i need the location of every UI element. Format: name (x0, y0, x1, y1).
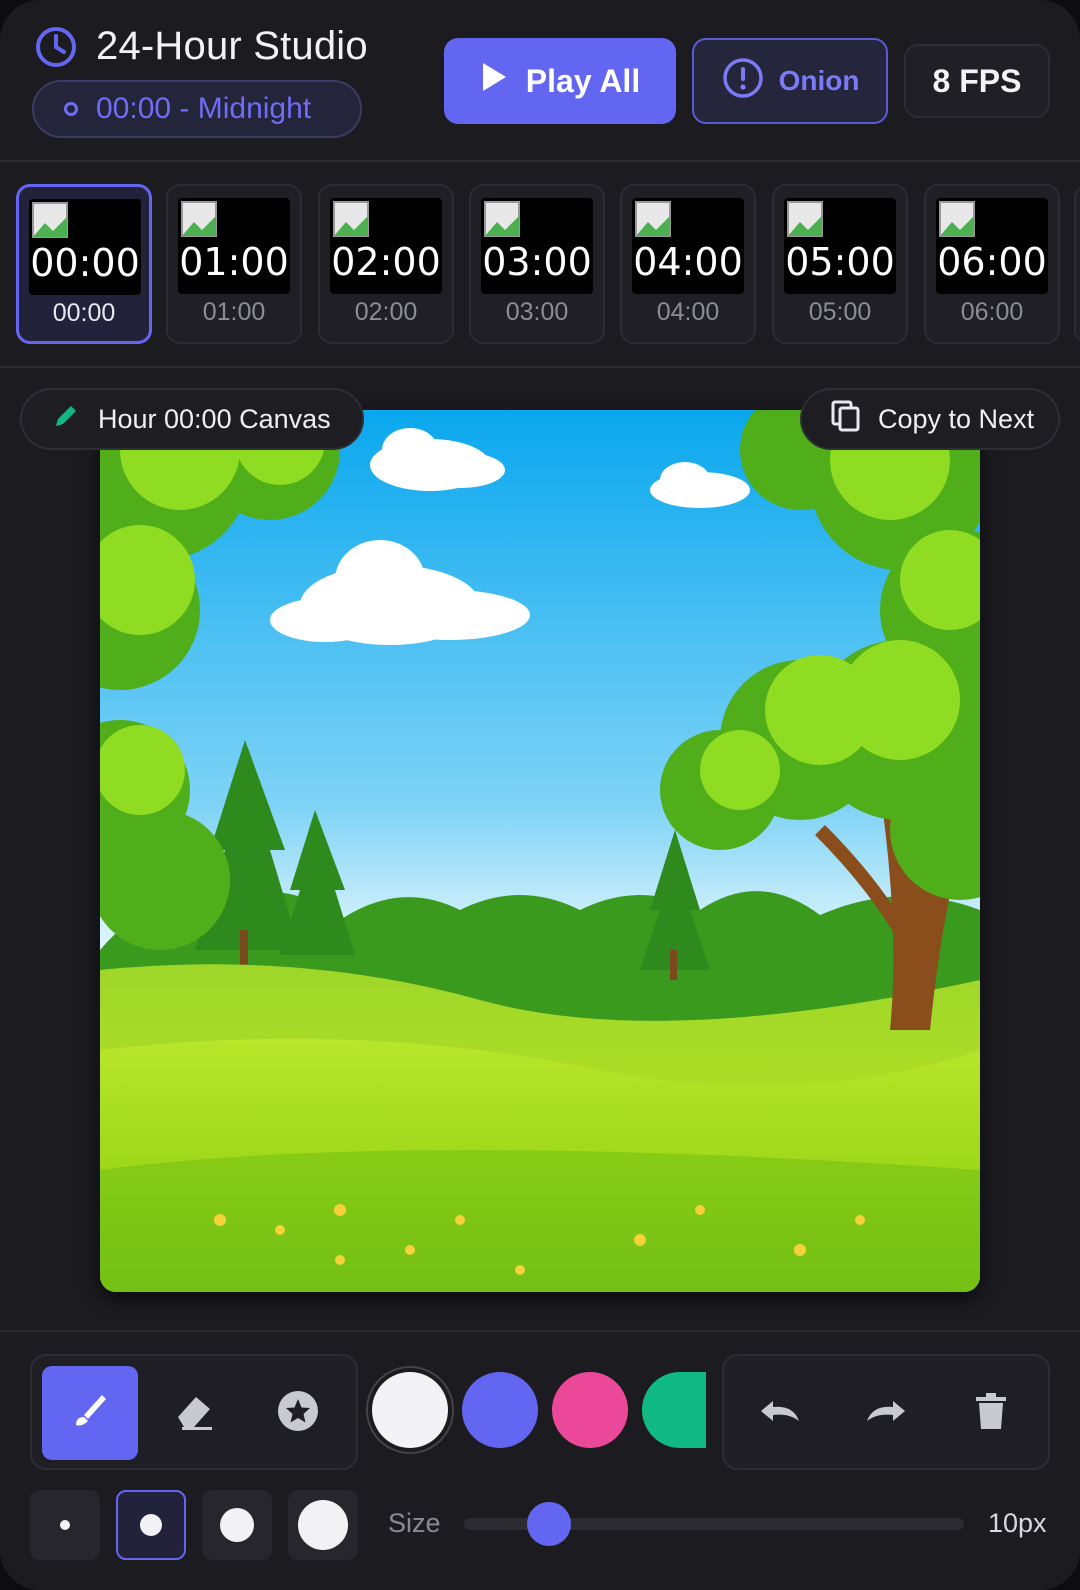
stamp-tool-button[interactable] (250, 1366, 346, 1460)
redo-icon (863, 1395, 911, 1432)
frame-label: 03:00 (505, 298, 569, 326)
undo-button[interactable] (744, 1378, 814, 1448)
frame-thumbnail-text: 06:00 (937, 240, 1047, 284)
frame-02[interactable]: 02:00 02:00 (318, 184, 454, 344)
app-title: 24-Hour Studio (96, 24, 368, 68)
dot-icon (64, 102, 78, 116)
play-all-button[interactable]: Play All (444, 38, 676, 124)
frame-thumbnail: 05:00 (784, 198, 896, 294)
brush-size-medium[interactable] (116, 1490, 186, 1560)
frame-label: 02:00 (354, 298, 418, 326)
broken-image-icon (333, 201, 369, 237)
frame-01[interactable]: 01:00 01:00 (166, 184, 302, 344)
star-stamp-icon (276, 1389, 320, 1438)
frame-06[interactable]: 06:00 06:00 (924, 184, 1060, 344)
brush-tool-button[interactable] (42, 1366, 138, 1460)
color-swatch-indigo[interactable] (462, 1372, 538, 1448)
frame-00[interactable]: 00:00 00:00 (16, 184, 152, 344)
app-window: 24-Hour Studio 00:00 - Midnight Play All… (0, 0, 1080, 1590)
frame-label: 05:00 (808, 298, 872, 326)
frame-thumbnail-text: 00:00 (30, 241, 140, 285)
canvas-title: Hour 00:00 Canvas (98, 403, 331, 434)
title-row: 24-Hour Studio (34, 24, 368, 69)
frame-thumbnail-text: 05:00 (785, 240, 895, 284)
frame-thumbnail-text: 01:00 (179, 240, 289, 284)
frame-07-partial[interactable] (1074, 184, 1080, 344)
eraser-tool-button[interactable] (146, 1366, 242, 1460)
frame-thumbnail: 06:00 (936, 198, 1048, 294)
canvas-area: Hour 00:00 Canvas Copy to Next (0, 370, 1080, 1330)
frame-thumbnail: 00:00 (29, 199, 141, 295)
timeline-strip: 00:00 00:00 01:00 01:00 02:00 02:00 03:0… (0, 164, 1080, 368)
broken-image-icon (635, 201, 671, 237)
color-swatch-pink[interactable] (552, 1372, 628, 1448)
current-hour-label: 00:00 - Midnight (96, 92, 312, 125)
broken-image-icon (32, 202, 68, 238)
size-dot (140, 1514, 162, 1536)
eraser-icon (170, 1389, 218, 1438)
brush-size-small[interactable] (30, 1490, 100, 1560)
copy-to-next-label: Copy to Next (878, 403, 1035, 434)
size-dot (60, 1520, 70, 1530)
fps-label: 8 FPS (932, 62, 1022, 99)
copy-icon (830, 399, 862, 440)
alert-circle-icon (721, 56, 765, 107)
size-dot (220, 1508, 254, 1542)
drawing-canvas[interactable] (100, 410, 980, 1292)
frame-04[interactable]: 04:00 04:00 (620, 184, 756, 344)
fps-button[interactable]: 8 FPS (904, 44, 1050, 118)
frame-thumbnail: 03:00 (481, 198, 593, 294)
frame-label: 00:00 (52, 299, 116, 327)
frame-label: 06:00 (960, 298, 1024, 326)
frame-03[interactable]: 03:00 03:00 (469, 184, 605, 344)
broken-image-icon (181, 201, 217, 237)
color-swatch-white[interactable] (372, 1372, 448, 1448)
frame-05[interactable]: 05:00 05:00 (772, 184, 908, 344)
frame-thumbnail-text: 02:00 (331, 240, 441, 284)
size-value: 10px (988, 1508, 1047, 1538)
landscape-illustration (100, 410, 980, 1292)
bottom-toolbar: Size 10px (0, 1330, 1080, 1590)
onion-skin-button[interactable]: Onion (692, 38, 888, 124)
trash-icon (974, 1391, 1008, 1436)
brush-size-xlarge[interactable] (288, 1490, 358, 1560)
frame-thumbnail-text: 04:00 (633, 240, 743, 284)
onion-label: Onion (778, 65, 860, 96)
play-icon (480, 61, 508, 101)
broken-image-icon (787, 201, 823, 237)
size-dot (298, 1500, 348, 1550)
clock-icon (34, 25, 78, 69)
frame-thumbnail: 02:00 (330, 198, 442, 294)
copy-to-next-button[interactable]: Copy to Next (800, 388, 1060, 450)
size-label: Size (388, 1508, 441, 1538)
tool-selector (30, 1354, 358, 1470)
undo-icon (755, 1395, 803, 1432)
size-slider-knob[interactable] (527, 1502, 571, 1546)
frame-label: 01:00 (202, 298, 266, 326)
frame-label: 04:00 (656, 298, 720, 326)
play-all-label: Play All (525, 62, 641, 99)
broken-image-icon (484, 201, 520, 237)
redo-button[interactable] (852, 1378, 922, 1448)
frame-thumbnail: 04:00 (632, 198, 744, 294)
canvas-title-chip: Hour 00:00 Canvas (20, 388, 364, 450)
header: 24-Hour Studio 00:00 - Midnight Play All… (0, 0, 1080, 162)
current-hour-badge: 00:00 - Midnight (32, 80, 362, 138)
history-controls (722, 1354, 1050, 1470)
clear-canvas-button[interactable] (956, 1378, 1026, 1448)
color-swatch-green[interactable] (642, 1372, 706, 1448)
brush-size-large[interactable] (202, 1490, 272, 1560)
frame-thumbnail: 01:00 (178, 198, 290, 294)
brush-icon (68, 1389, 112, 1438)
pencil-icon (52, 402, 80, 437)
broken-image-icon (939, 201, 975, 237)
size-slider[interactable] (464, 1502, 964, 1546)
frame-thumbnail-text: 03:00 (482, 240, 592, 284)
